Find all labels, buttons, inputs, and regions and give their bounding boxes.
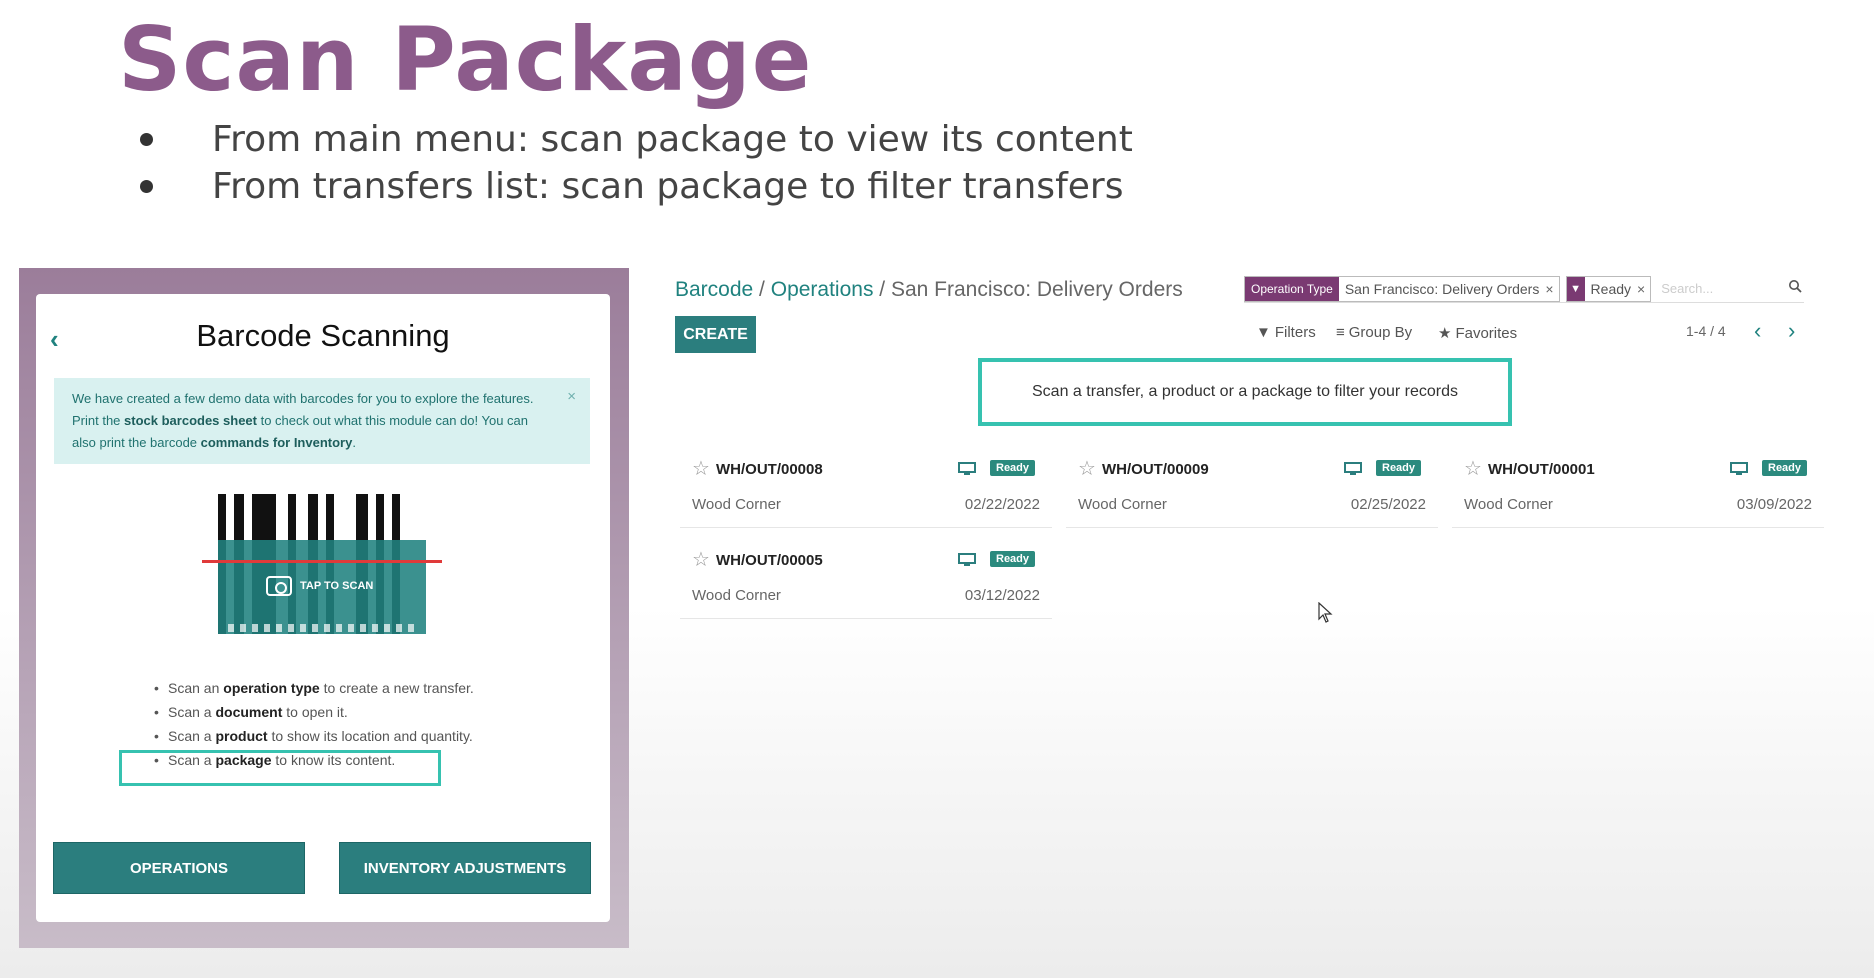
search-bar: Operation Type San Francisco: Delivery O… xyxy=(1244,275,1804,303)
tap-to-scan-button[interactable]: TAP TO SCAN xyxy=(202,494,442,634)
breadcrumb-barcode[interactable]: Barcode xyxy=(675,278,753,301)
monitor-icon xyxy=(1344,462,1362,475)
filter-icon: ▼ xyxy=(1566,276,1585,301)
barcode-ticks xyxy=(228,624,418,632)
group-by-icon: ≡ xyxy=(1336,324,1345,341)
group-by-button[interactable]: ≡ Group By xyxy=(1336,324,1412,341)
monitor-icon xyxy=(958,462,976,475)
status-badge: Ready xyxy=(990,460,1036,476)
status-badge: Ready xyxy=(1376,460,1422,476)
favorites-button[interactable]: ★ Favorites xyxy=(1438,324,1517,343)
pager-value[interactable]: 1-4 / 4 xyxy=(1686,323,1726,339)
facet-ready: ▼ Ready × xyxy=(1565,275,1652,302)
remove-facet-icon[interactable]: × xyxy=(1637,281,1650,297)
scan-filter-banner: Scan a transfer, a product or a package … xyxy=(978,358,1512,426)
star-outline-icon[interactable]: ☆ xyxy=(1464,456,1482,481)
status-badge: Ready xyxy=(990,551,1036,567)
monitor-icon xyxy=(958,553,976,566)
barcode-app-screen: ‹ Barcode Scanning We have created a few… xyxy=(36,294,610,922)
chevron-right-icon[interactable]: › xyxy=(1788,318,1795,344)
filters-button[interactable]: ▼ Filters xyxy=(1256,324,1316,341)
stock-barcodes-sheet-link[interactable]: stock barcodes sheet xyxy=(124,413,257,428)
operations-button[interactable]: OPERATIONS xyxy=(53,842,305,894)
demo-data-alert: We have created a few demo data with bar… xyxy=(54,378,590,464)
facet-operation-type: Operation Type San Francisco: Delivery O… xyxy=(1244,275,1560,302)
slide-bullet: From main menu: scan package to view its… xyxy=(140,116,1133,163)
status-badge: Ready xyxy=(1762,460,1808,476)
transfer-card[interactable]: ☆ WH/OUT/00005 Ready Wood Corner 03/12/2… xyxy=(680,539,1052,619)
instruction-item: Scan a product to show its location and … xyxy=(154,724,474,748)
transfer-card[interactable]: ☆ WH/OUT/00008 Ready Wood Corner 02/22/2… xyxy=(680,448,1052,528)
phone-frame: ‹ Barcode Scanning We have created a few… xyxy=(19,268,629,948)
commands-link[interactable]: commands for Inventory xyxy=(201,435,353,450)
scan-line xyxy=(202,560,442,563)
star-outline-icon[interactable]: ☆ xyxy=(692,456,710,481)
transfer-card[interactable]: ☆ WH/OUT/00009 Ready Wood Corner 02/25/2… xyxy=(1066,448,1438,528)
slide-bullets: From main menu: scan package to view its… xyxy=(140,116,1133,210)
chevron-left-icon[interactable]: ‹ xyxy=(1754,318,1761,344)
star-icon: ★ xyxy=(1438,325,1452,342)
search-icon[interactable] xyxy=(1788,279,1802,293)
breadcrumb-current: San Francisco: Delivery Orders xyxy=(890,278,1183,301)
inventory-adjustments-button[interactable]: INVENTORY ADJUSTMENTS xyxy=(339,842,591,894)
breadcrumb: Barcode / Operations / San Francisco: De… xyxy=(675,278,1183,301)
star-outline-icon[interactable]: ☆ xyxy=(1078,456,1096,481)
instruction-item: Scan an operation type to create a new t… xyxy=(154,676,474,700)
transfer-card[interactable]: ☆ WH/OUT/00001 Ready Wood Corner 03/09/2… xyxy=(1452,448,1824,528)
instruction-item: Scan a document to open it. xyxy=(154,700,474,724)
mouse-cursor-icon xyxy=(1318,602,1333,623)
create-button[interactable]: CREATE xyxy=(675,316,756,353)
slide-title: Scan Package xyxy=(118,8,813,111)
monitor-icon xyxy=(1730,462,1748,475)
slide-bullet: From transfers list: scan package to fil… xyxy=(140,163,1133,210)
search-input[interactable]: Search... xyxy=(1657,281,1804,296)
tap-to-scan-label: TAP TO SCAN xyxy=(266,576,373,596)
star-outline-icon[interactable]: ☆ xyxy=(692,547,710,572)
close-icon[interactable]: × xyxy=(567,386,576,408)
bullet-dot-icon xyxy=(140,133,153,146)
camera-icon xyxy=(266,576,292,596)
package-highlight-box xyxy=(119,750,441,786)
remove-facet-icon[interactable]: × xyxy=(1545,281,1558,297)
breadcrumb-operations[interactable]: Operations xyxy=(771,278,874,301)
app-title: Barcode Scanning xyxy=(196,318,450,353)
bullet-dot-icon xyxy=(140,180,153,193)
filter-icon: ▼ xyxy=(1256,324,1271,341)
